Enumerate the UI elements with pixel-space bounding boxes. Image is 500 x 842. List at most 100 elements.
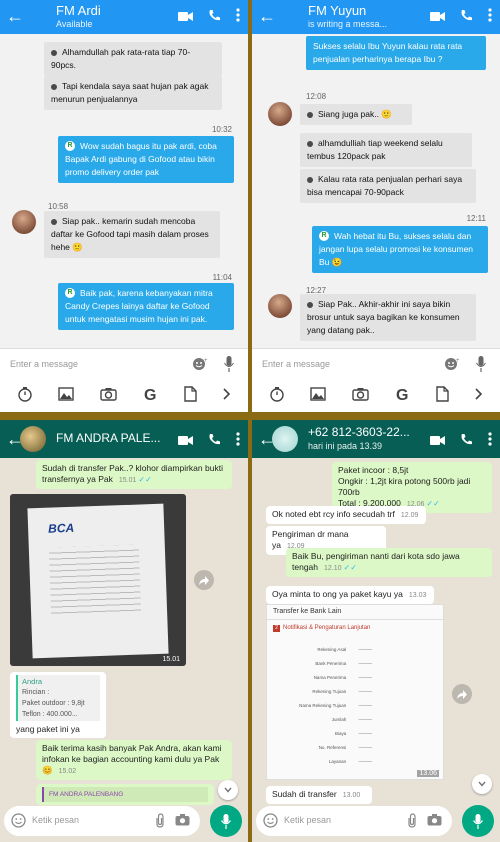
transfer-screenshot[interactable]: Transfer ke Bank Lain 2 Notifikasi & Peng… bbox=[266, 604, 444, 780]
video-call-icon[interactable] bbox=[178, 433, 193, 451]
video-call-icon[interactable] bbox=[430, 9, 445, 27]
emoji-add-icon[interactable]: + bbox=[444, 357, 460, 376]
camera-icon[interactable] bbox=[427, 813, 442, 831]
timestamp: 11:04 bbox=[212, 273, 232, 282]
timer-icon[interactable] bbox=[17, 386, 33, 407]
gallery-icon[interactable] bbox=[58, 386, 75, 406]
message-bubble[interactable]: Oya minta to ong ya paket kayu ya 13.03 bbox=[266, 586, 434, 604]
contact-name[interactable]: FM ANDRA PALE... bbox=[56, 431, 160, 445]
contact-name[interactable]: FM Yuyun bbox=[308, 3, 366, 18]
attach-clip-icon[interactable] bbox=[154, 813, 166, 833]
contact-avatar[interactable] bbox=[268, 294, 292, 318]
document-icon[interactable] bbox=[184, 385, 198, 407]
phone-icon[interactable] bbox=[208, 433, 221, 451]
contact-avatar[interactable] bbox=[272, 426, 298, 452]
document-icon[interactable] bbox=[436, 385, 450, 407]
attach-clip-icon[interactable] bbox=[406, 813, 418, 833]
message-bubble[interactable]: Siap Pak.. Akhir-akhir ini saya bikin br… bbox=[300, 294, 476, 341]
microphone-icon[interactable] bbox=[224, 356, 234, 377]
chat-panel-phone-contact: ← +62 812-3603-22... hari ini pada 13.39… bbox=[252, 420, 500, 842]
more-options-icon[interactable] bbox=[488, 8, 492, 27]
contact-name[interactable]: FM Ardi bbox=[56, 3, 101, 18]
message-input-bar: Enter a message + bbox=[252, 348, 500, 380]
message-bubble[interactable]: R Wah hebat itu Bu, sukses selalu dan jan… bbox=[312, 226, 488, 273]
chat-header: ← FM Yuyun is writing a messa... bbox=[252, 0, 500, 34]
chevron-right-icon[interactable] bbox=[223, 387, 231, 405]
bca-logo: BCA bbox=[47, 520, 75, 536]
chat-header: ← FM ANDRA PALE... bbox=[0, 420, 248, 458]
quoted-message[interactable]: Andra Rincian : Paket outdoor : 9,8jt Te… bbox=[16, 675, 100, 721]
last-seen-status: hari ini pada 13.39 bbox=[308, 441, 383, 451]
chat-header: ← +62 812-3603-22... hari ini pada 13.39 bbox=[252, 420, 500, 458]
svg-text:G: G bbox=[396, 387, 408, 402]
svg-text:+: + bbox=[456, 358, 460, 364]
video-call-icon[interactable] bbox=[430, 433, 445, 451]
message-bubble[interactable]: Baik Bu, pengiriman nanti dari kota sdo … bbox=[286, 548, 492, 577]
contact-avatar[interactable] bbox=[268, 102, 292, 126]
message-bubble[interactable]: Baik terima kasih banyak Pak Andra, akan… bbox=[36, 740, 232, 780]
message-input-bar: Enter a message + bbox=[0, 348, 248, 380]
phone-icon[interactable] bbox=[208, 9, 221, 27]
message-input-bar: Ketik pesan bbox=[4, 806, 200, 836]
svg-text:+: + bbox=[204, 358, 208, 364]
message-bubble[interactable]: FM ANDRA PALENBANG bbox=[36, 784, 214, 805]
receipt-photo[interactable]: BCA 15.01 bbox=[10, 494, 186, 666]
contact-name[interactable]: +62 812-3603-22... bbox=[308, 425, 410, 439]
emoji-icon[interactable] bbox=[11, 813, 26, 833]
message-bubble[interactable]: Andra Rincian : Paket outdoor : 9,8jt Te… bbox=[10, 672, 106, 738]
voice-record-button[interactable] bbox=[210, 805, 242, 837]
message-bubble[interactable]: Sukses selalu Ibu Yuyun kalau rata rata … bbox=[306, 36, 486, 70]
back-arrow-icon[interactable]: ← bbox=[6, 7, 24, 25]
chat-panel-fm-andra: ← FM ANDRA PALE... Sudah di transfer Pak… bbox=[0, 420, 248, 842]
gallery-icon[interactable] bbox=[310, 386, 327, 406]
chat-panel-fm-ardi: ← FM Ardi Available Alhamdullah pak rata… bbox=[0, 0, 248, 412]
chevron-right-icon[interactable] bbox=[475, 387, 483, 405]
microphone-icon[interactable] bbox=[476, 356, 486, 377]
more-options-icon[interactable] bbox=[488, 432, 492, 451]
chat-panel-fm-yuyun: ← FM Yuyun is writing a messa... Sukses … bbox=[252, 0, 500, 412]
camera-icon[interactable] bbox=[175, 813, 190, 831]
message-bubble[interactable]: R Wow sudah bagus itu pak ardi, coba Bapa… bbox=[58, 136, 234, 183]
timestamp: 12:08 bbox=[306, 92, 327, 101]
more-options-icon[interactable] bbox=[236, 432, 240, 451]
emoji-add-icon[interactable]: + bbox=[192, 357, 208, 376]
contact-status: is writing a messa... bbox=[308, 19, 388, 29]
message-bubble[interactable]: Alhamdullah pak rata-rata tiap 70-90pcs. bbox=[44, 42, 222, 76]
message-input[interactable]: Ketik pesan bbox=[32, 815, 79, 825]
message-bubble[interactable]: Tapi kendala saya saat hujan pak agak me… bbox=[44, 76, 222, 110]
more-options-icon[interactable] bbox=[236, 8, 240, 27]
message-bubble[interactable]: Siang juga pak.. 🙂 bbox=[300, 104, 412, 125]
message-bubble[interactable]: Siap pak.. kemarin sudah mencoba daftar … bbox=[44, 211, 220, 258]
phone-icon[interactable] bbox=[460, 433, 473, 451]
voice-record-button[interactable] bbox=[462, 805, 494, 837]
message-bubble[interactable]: alhamdulliah tiap weekend selalu tembus … bbox=[300, 133, 472, 167]
camera-icon[interactable] bbox=[352, 387, 369, 406]
svg-text:G: G bbox=[144, 387, 156, 402]
timestamp: 12:11 bbox=[466, 214, 486, 223]
attachment-toolbar: G bbox=[0, 380, 248, 412]
google-icon[interactable]: G bbox=[395, 386, 411, 407]
scroll-down-icon[interactable] bbox=[218, 780, 238, 800]
timer-icon[interactable] bbox=[269, 386, 285, 407]
back-arrow-icon[interactable]: ← bbox=[258, 7, 276, 25]
forward-icon[interactable] bbox=[452, 684, 472, 704]
video-call-icon[interactable] bbox=[178, 9, 193, 27]
camera-icon[interactable] bbox=[100, 387, 117, 406]
phone-icon[interactable] bbox=[460, 9, 473, 27]
message-bubble[interactable]: Kalau rata rata penjualan perhari saya b… bbox=[300, 169, 476, 203]
attachment-toolbar: G bbox=[252, 380, 500, 412]
scroll-down-icon[interactable] bbox=[472, 774, 492, 794]
message-input[interactable]: Enter a message bbox=[262, 359, 330, 369]
message-bubble[interactable]: Ok noted ebt rcy info secudah trf 12.09 bbox=[266, 506, 426, 524]
message-bubble[interactable]: Sudah di transfer 13.00 bbox=[266, 786, 372, 804]
message-bubble[interactable]: Sudah di transfer Pak..? klohor diampirk… bbox=[36, 460, 232, 489]
message-input[interactable]: Ketik pesan bbox=[284, 815, 331, 825]
forward-icon[interactable] bbox=[194, 570, 214, 590]
message-input[interactable]: Enter a message bbox=[10, 359, 78, 369]
contact-avatar[interactable] bbox=[20, 426, 46, 452]
timestamp: 10:32 bbox=[211, 125, 232, 134]
message-bubble[interactable]: R Baik pak, karena kebanyakan mitra Candy… bbox=[58, 283, 234, 330]
contact-avatar[interactable] bbox=[12, 210, 36, 234]
google-icon[interactable]: G bbox=[143, 386, 159, 407]
emoji-icon[interactable] bbox=[263, 813, 278, 833]
